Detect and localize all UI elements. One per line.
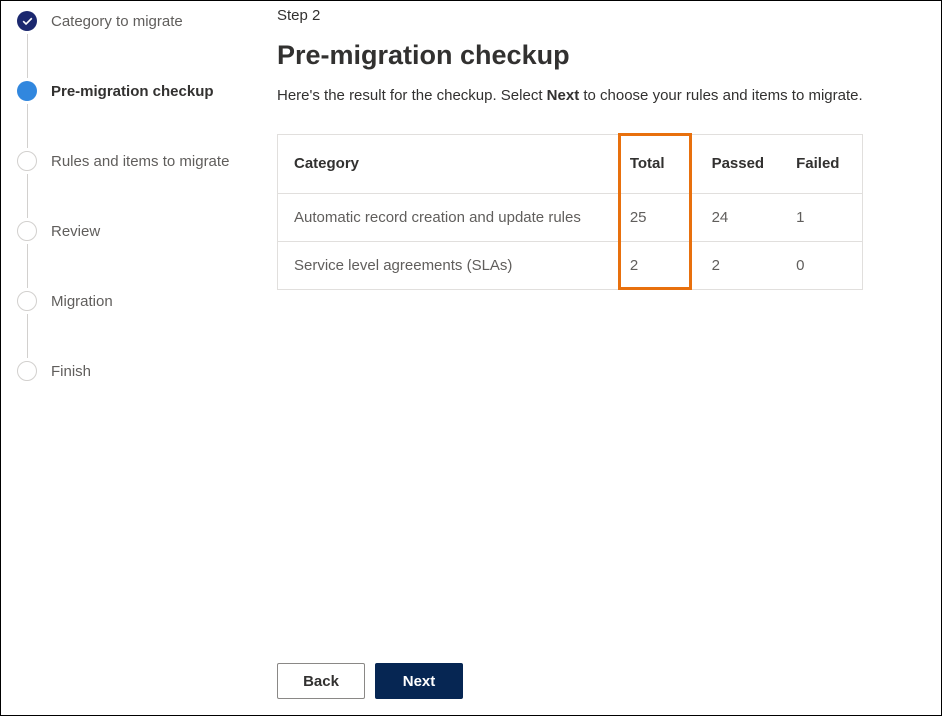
results-table-wrapper: Category Total Passed Failed Automatic r… xyxy=(277,134,863,290)
pending-step-icon xyxy=(17,291,37,311)
step-migration[interactable]: Migration xyxy=(17,288,261,314)
cell-passed: 24 xyxy=(696,193,781,241)
header-total: Total xyxy=(614,135,696,193)
header-category: Category xyxy=(278,135,614,193)
table-row[interactable]: Automatic record creation and update rul… xyxy=(278,193,862,241)
step-label: Finish xyxy=(51,363,91,380)
check-icon xyxy=(17,11,37,31)
back-button[interactable]: Back xyxy=(277,663,365,699)
next-button[interactable]: Next xyxy=(375,663,463,699)
cell-failed: 0 xyxy=(780,241,862,289)
cell-failed: 1 xyxy=(780,193,862,241)
step-connector xyxy=(27,174,28,218)
cell-total: 2 xyxy=(614,241,696,289)
page-title: Pre-migration checkup xyxy=(277,40,921,71)
pending-step-icon xyxy=(17,221,37,241)
description-pre: Here's the result for the checkup. Selec… xyxy=(277,87,547,104)
cell-total: 25 xyxy=(614,193,696,241)
current-step-icon xyxy=(17,81,37,101)
footer-buttons: Back Next xyxy=(277,651,921,715)
step-pre-migration-checkup[interactable]: Pre-migration checkup xyxy=(17,78,261,104)
step-review[interactable]: Review xyxy=(17,218,261,244)
cell-category: Automatic record creation and update rul… xyxy=(278,193,614,241)
cell-category: Service level agreements (SLAs) xyxy=(278,241,614,289)
table-header-row: Category Total Passed Failed xyxy=(278,135,862,193)
step-connector xyxy=(27,244,28,288)
pending-step-icon xyxy=(17,151,37,171)
step-connector xyxy=(27,104,28,148)
cell-passed: 2 xyxy=(696,241,781,289)
description-bold: Next xyxy=(547,87,580,104)
step-finish[interactable]: Finish xyxy=(17,358,261,384)
step-label: Pre-migration checkup xyxy=(51,83,214,100)
step-label: Rules and items to migrate xyxy=(51,153,229,170)
header-failed: Failed xyxy=(780,135,862,193)
description-post: to choose your rules and items to migrat… xyxy=(579,87,862,104)
pending-step-icon xyxy=(17,361,37,381)
step-label: Review xyxy=(51,223,100,240)
step-connector xyxy=(27,34,28,78)
step-category-to-migrate[interactable]: Category to migrate xyxy=(17,8,261,34)
step-connector xyxy=(27,314,28,358)
step-label: Category to migrate xyxy=(51,13,183,30)
wizard-stepper: Category to migrate Pre-migration checku… xyxy=(1,1,261,715)
step-indicator: Step 2 xyxy=(277,7,921,24)
main-content: Step 2 Pre-migration checkup Here's the … xyxy=(261,1,941,715)
results-table: Category Total Passed Failed Automatic r… xyxy=(278,135,862,289)
page-description: Here's the result for the checkup. Selec… xyxy=(277,85,921,106)
table-row[interactable]: Service level agreements (SLAs) 2 2 0 xyxy=(278,241,862,289)
header-passed: Passed xyxy=(696,135,781,193)
step-rules-and-items[interactable]: Rules and items to migrate xyxy=(17,148,261,174)
step-label: Migration xyxy=(51,293,113,310)
